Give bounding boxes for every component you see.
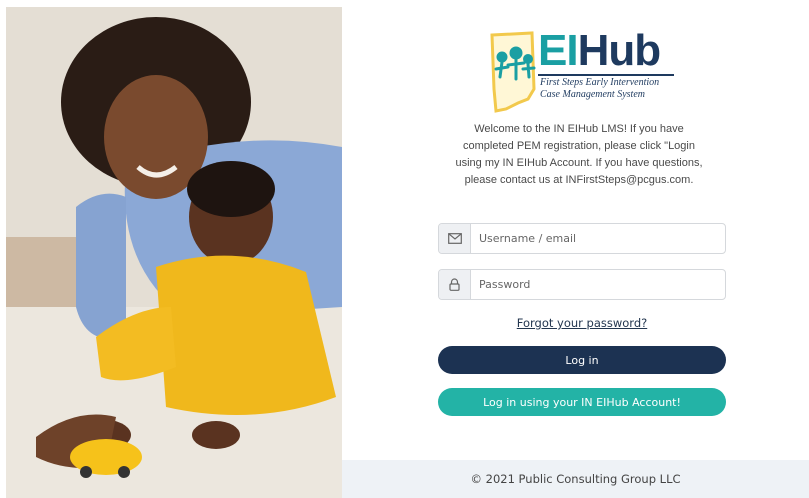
password-input[interactable]	[479, 270, 719, 299]
logo-divider	[538, 74, 674, 76]
logo-subtitle: First Steps Early Intervention Case Mana…	[540, 77, 660, 100]
eihub-login-button[interactable]: Log in using your IN EIHub Account!	[438, 388, 726, 416]
password-field[interactable]	[438, 269, 726, 300]
indiana-state-outline-icon	[490, 31, 536, 113]
footer: © 2021 Public Consulting Group LLC	[342, 460, 809, 498]
mother-and-baby-illustration	[6, 7, 342, 498]
forgot-password-link[interactable]: Forgot your password?	[438, 316, 726, 330]
logo-title-ei: EI	[538, 26, 579, 75]
hero-photo	[6, 7, 342, 498]
envelope-icon	[439, 224, 471, 253]
login-panel: EIHub First Steps Early Intervention Cas…	[342, 7, 809, 498]
lock-icon	[439, 270, 471, 299]
logo-title-hub: Hub	[577, 26, 662, 75]
eihub-logo: EIHub First Steps Early Intervention Cas…	[488, 27, 678, 113]
login-button[interactable]: Log in	[438, 346, 726, 374]
copyright-text: © 2021 Public Consulting Group LLC	[470, 472, 681, 486]
username-input[interactable]	[479, 224, 719, 253]
username-field[interactable]	[438, 223, 726, 254]
logo-title: EIHub	[538, 26, 662, 75]
welcome-message: Welcome to the IN EIHub LMS! If you have…	[455, 123, 703, 186]
